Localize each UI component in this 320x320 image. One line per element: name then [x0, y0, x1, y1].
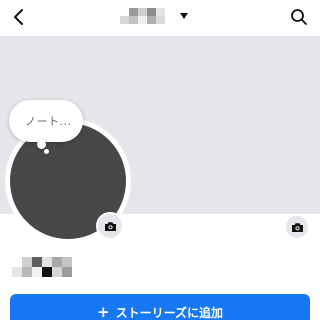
note-tail-dot — [44, 149, 49, 154]
add-to-story-button[interactable]: + ストーリーズに追加 — [10, 294, 310, 320]
search-button[interactable] — [288, 6, 310, 28]
profile-name-dropdown[interactable] — [120, 6, 188, 26]
back-button[interactable] — [8, 6, 30, 28]
add-to-story-label: ストーリーズに追加 — [115, 305, 223, 320]
avatar-camera-button[interactable] — [96, 212, 124, 240]
cover-camera-button[interactable] — [284, 214, 310, 240]
note-placeholder: ノート... — [25, 115, 72, 128]
plus-icon: + — [97, 302, 110, 320]
search-icon — [291, 9, 307, 25]
chevron-left-icon — [14, 9, 23, 25]
camera-icon — [291, 222, 303, 232]
camera-icon — [104, 221, 116, 231]
note-tail-dot — [37, 140, 46, 149]
top-navigation-bar — [0, 0, 320, 36]
note-bubble[interactable]: ノート... — [9, 100, 83, 142]
redacted-title — [120, 8, 174, 24]
redacted-profile-name — [12, 257, 82, 277]
caret-down-icon — [180, 13, 188, 19]
